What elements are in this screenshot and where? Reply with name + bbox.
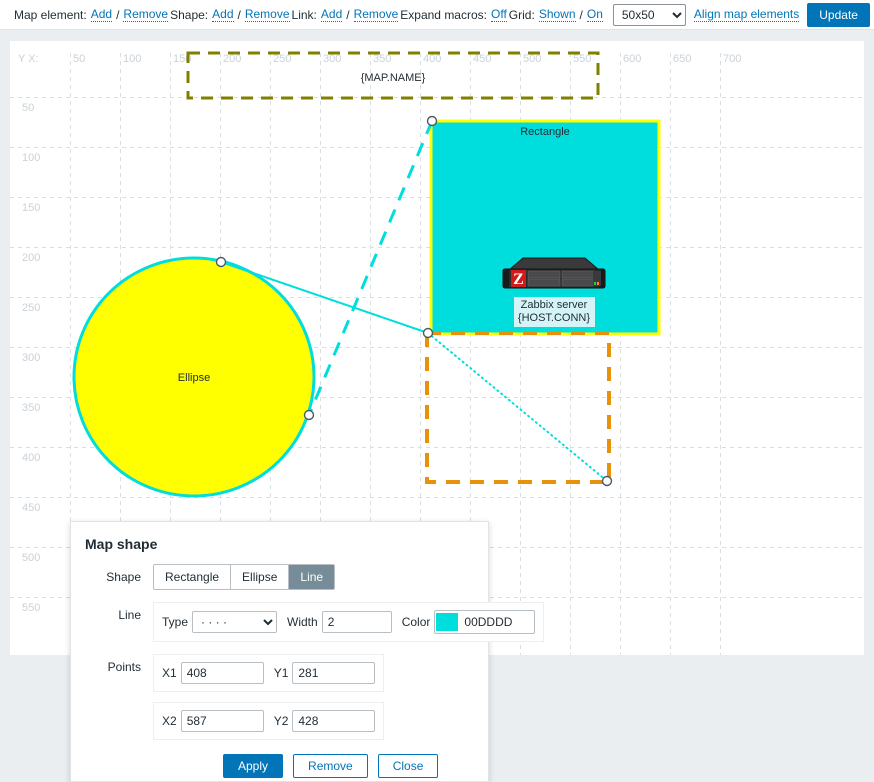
separator-2: / bbox=[237, 7, 241, 22]
line-type-select[interactable]: ──────— — —· · · · bbox=[192, 611, 278, 633]
selection-handle-4[interactable] bbox=[601, 475, 613, 487]
x1-input[interactable] bbox=[180, 662, 264, 684]
points-row-label: Points bbox=[107, 660, 141, 674]
remove-button[interactable]: Remove bbox=[293, 754, 368, 778]
x2-input[interactable] bbox=[180, 710, 264, 732]
y1-input[interactable] bbox=[292, 662, 376, 684]
host-macro: {HOST.CONN} bbox=[517, 312, 591, 324]
shape-option-rectangle[interactable]: Rectangle bbox=[154, 565, 232, 589]
line-properties-box: Type ──────— — —· · · · Width Color 00DD… bbox=[153, 602, 545, 642]
color-swatch[interactable] bbox=[436, 613, 459, 631]
shape-row-label: Shape bbox=[106, 570, 141, 584]
x2-label: X2 bbox=[162, 714, 177, 728]
server-icon: Z bbox=[502, 257, 606, 289]
color-value[interactable]: 00DDDD bbox=[458, 615, 534, 629]
grid-shown-toggle[interactable]: Shown bbox=[538, 7, 576, 22]
type-label: Type bbox=[162, 615, 189, 629]
points-row: Points X1 Y1 X2 Y2 Apply Remove Close bbox=[71, 654, 488, 778]
width-label: Width bbox=[287, 615, 318, 629]
shape-option-ellipse[interactable]: Ellipse bbox=[231, 565, 290, 589]
map-shape-dialog: Map shape Shape Rectangle Ellipse Line Lin… bbox=[70, 521, 545, 782]
expand-macros-toggle[interactable]: Off bbox=[491, 7, 507, 22]
selection-handle-3[interactable] bbox=[422, 327, 434, 339]
link-remove-link[interactable]: Remove bbox=[353, 7, 399, 22]
separator-4: / bbox=[579, 7, 583, 22]
dialog-title: Map shape bbox=[85, 536, 158, 552]
shape-add-link[interactable]: Add bbox=[212, 7, 234, 22]
y2-input[interactable] bbox=[292, 710, 376, 732]
x1-label: X1 bbox=[162, 666, 177, 680]
separator-3: / bbox=[346, 7, 350, 22]
color-label: Color bbox=[401, 615, 431, 629]
grid-label: Grid: bbox=[508, 7, 535, 22]
shape-map-name-label: {MAP.NAME} bbox=[361, 72, 426, 84]
point2-box: X2 Y2 bbox=[153, 702, 385, 740]
point1-box: X1 Y1 bbox=[153, 654, 385, 692]
map-element-label: Map element: bbox=[14, 7, 87, 22]
line-color-picker[interactable]: 00DDDD bbox=[434, 610, 536, 634]
link-add-link[interactable]: Add bbox=[320, 7, 343, 22]
shape-rectangle-label: Rectangle bbox=[520, 126, 570, 138]
grid-auto-align-toggle[interactable]: On bbox=[586, 7, 603, 22]
host-name: Zabbix server bbox=[520, 299, 588, 311]
grid-size-select[interactable]: 20x2040x4050x5075x75100x100 bbox=[612, 3, 686, 26]
map-element-host[interactable]: Z Zabbix server {HOST.CONN} bbox=[493, 254, 615, 327]
shape-type-group[interactable]: Rectangle Ellipse Line bbox=[153, 564, 336, 590]
apply-button[interactable]: Apply bbox=[223, 754, 284, 778]
y1-label: Y1 bbox=[273, 666, 289, 680]
close-button[interactable]: Close bbox=[377, 754, 439, 778]
selection-handle-0[interactable] bbox=[215, 256, 227, 268]
shape-line-dotted[interactable] bbox=[427, 332, 608, 482]
link-label: Link: bbox=[291, 7, 317, 22]
expand-macros-label: Expand macros: bbox=[400, 7, 487, 22]
svg-text:Z: Z bbox=[513, 271, 524, 288]
shape-remove-link[interactable]: Remove bbox=[244, 7, 290, 22]
dialog-buttons: Apply Remove Close bbox=[223, 754, 488, 778]
update-button[interactable]: Update bbox=[807, 2, 870, 27]
line-width-input[interactable] bbox=[321, 611, 392, 633]
line-row-label: Line bbox=[118, 608, 141, 622]
map-editor-toolbar: Map element: Add / Remove Shape: Add / R… bbox=[0, 0, 874, 30]
shape-line-dashed[interactable] bbox=[307, 120, 434, 416]
shape-option-line[interactable]: Line bbox=[289, 565, 335, 589]
line-properties-row: Line Type ──────— — —· · · · Width Color… bbox=[71, 602, 545, 642]
shape-label: Shape: bbox=[170, 7, 209, 22]
map-element-host-label: Zabbix server {HOST.CONN} bbox=[513, 297, 595, 327]
y2-label: Y2 bbox=[273, 714, 289, 728]
separator-1: / bbox=[116, 7, 120, 22]
align-map-elements-link[interactable]: Align map elements bbox=[693, 7, 800, 22]
selection-handle-2[interactable] bbox=[303, 409, 315, 421]
shape-ellipse-label: Ellipse bbox=[178, 372, 210, 384]
map-element-add-link[interactable]: Add bbox=[90, 7, 113, 22]
map-element-remove-link[interactable]: Remove bbox=[123, 7, 169, 22]
selection-handle-1[interactable] bbox=[426, 115, 438, 127]
shape-type-row: Shape Rectangle Ellipse Line bbox=[71, 564, 488, 590]
